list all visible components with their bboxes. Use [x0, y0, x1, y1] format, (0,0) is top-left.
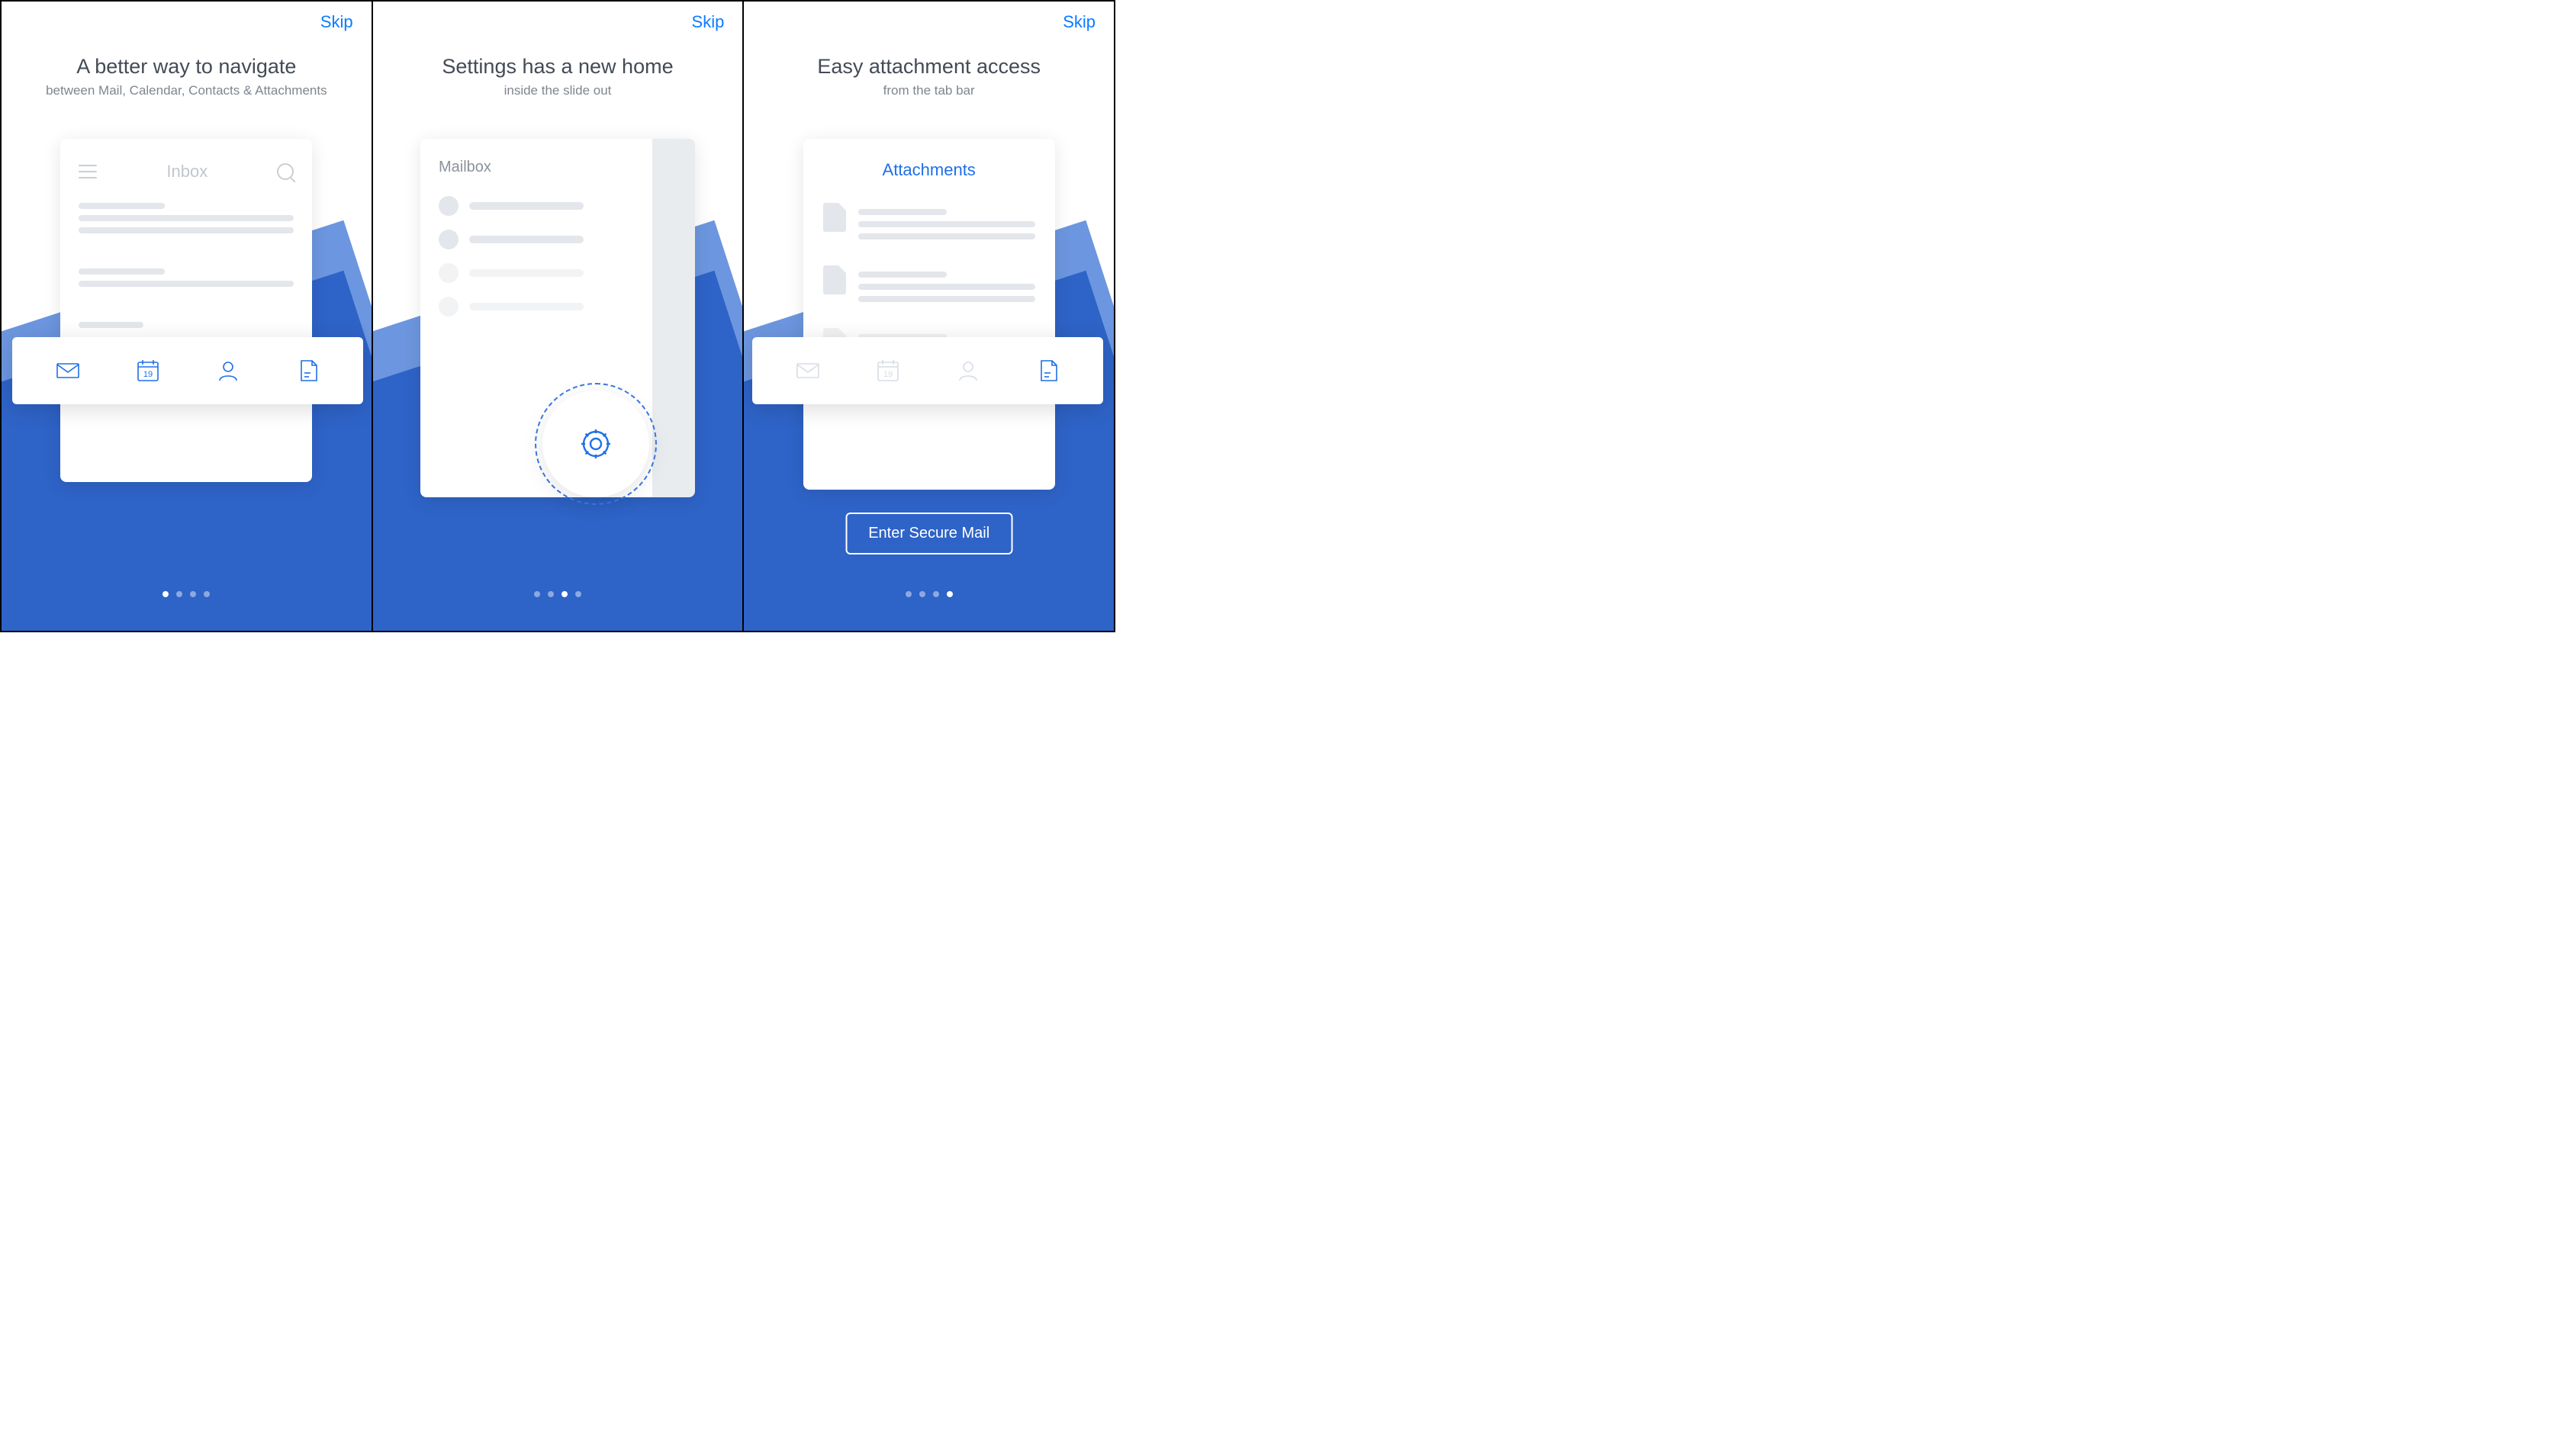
gear-icon — [575, 423, 616, 464]
settings-button[interactable] — [542, 391, 649, 497]
mail-icon[interactable] — [55, 358, 81, 384]
page-dot — [906, 591, 912, 597]
file-icon — [823, 265, 846, 294]
inbox-label: Inbox — [97, 162, 277, 182]
attachments-card-mock: Attachments — [803, 139, 1055, 490]
page-indicator — [744, 591, 1114, 597]
attachments-icon[interactable] — [295, 358, 321, 384]
page-dot — [162, 591, 169, 597]
skip-button[interactable]: Skip — [692, 12, 725, 32]
page-dot — [575, 591, 581, 597]
calendar-icon[interactable]: 19 — [135, 358, 161, 384]
attachments-label: Attachments — [823, 160, 1035, 180]
svg-text:19: 19 — [883, 370, 892, 379]
onboarding-panel-2: Skip Settings has a new home inside the … — [373, 2, 745, 631]
page-indicator — [373, 591, 743, 597]
inbox-card-mock: Inbox — [60, 139, 312, 482]
page-dot — [176, 591, 182, 597]
page-dot — [947, 591, 953, 597]
page-dot — [561, 591, 568, 597]
calendar-icon[interactable]: 19 — [875, 358, 901, 384]
headline-title: A better way to navigate — [2, 55, 372, 79]
page-dot — [548, 591, 554, 597]
headline-subtitle: between Mail, Calendar, Contacts & Attac… — [2, 83, 372, 98]
hamburger-icon — [79, 165, 97, 178]
page-dot — [933, 591, 939, 597]
slideout-edge — [652, 139, 695, 497]
headline-subtitle: inside the slide out — [373, 83, 743, 98]
headline-block: Easy attachment access from the tab bar — [744, 55, 1114, 98]
onboarding-panel-3: Skip Easy attachment access from the tab… — [744, 2, 1114, 631]
mail-icon[interactable] — [795, 358, 821, 384]
headline-title: Settings has a new home — [373, 55, 743, 79]
page-indicator — [2, 591, 372, 597]
svg-text:19: 19 — [143, 370, 152, 379]
skip-button[interactable]: Skip — [320, 12, 353, 32]
page-dot — [204, 591, 210, 597]
attachments-icon[interactable] — [1035, 358, 1061, 384]
onboarding-panel-1: Skip A better way to navigate between Ma… — [2, 2, 373, 631]
contacts-icon[interactable] — [215, 358, 241, 384]
page-dot — [919, 591, 925, 597]
headline-block: Settings has a new home inside the slide… — [373, 55, 743, 98]
enter-secure-mail-button[interactable]: Enter Secure Mail — [845, 513, 1012, 554]
page-dot — [190, 591, 196, 597]
headline-subtitle: from the tab bar — [744, 83, 1114, 98]
headline-title: Easy attachment access — [744, 55, 1114, 79]
headline-block: A better way to navigate between Mail, C… — [2, 55, 372, 98]
tab-bar: 19 — [12, 337, 363, 404]
tab-bar: 19 — [752, 337, 1103, 404]
page-dot — [534, 591, 540, 597]
skip-button[interactable]: Skip — [1063, 12, 1096, 32]
mailbox-label: Mailbox — [439, 159, 634, 176]
file-icon — [823, 203, 846, 232]
search-icon — [277, 163, 294, 180]
contacts-icon[interactable] — [955, 358, 981, 384]
